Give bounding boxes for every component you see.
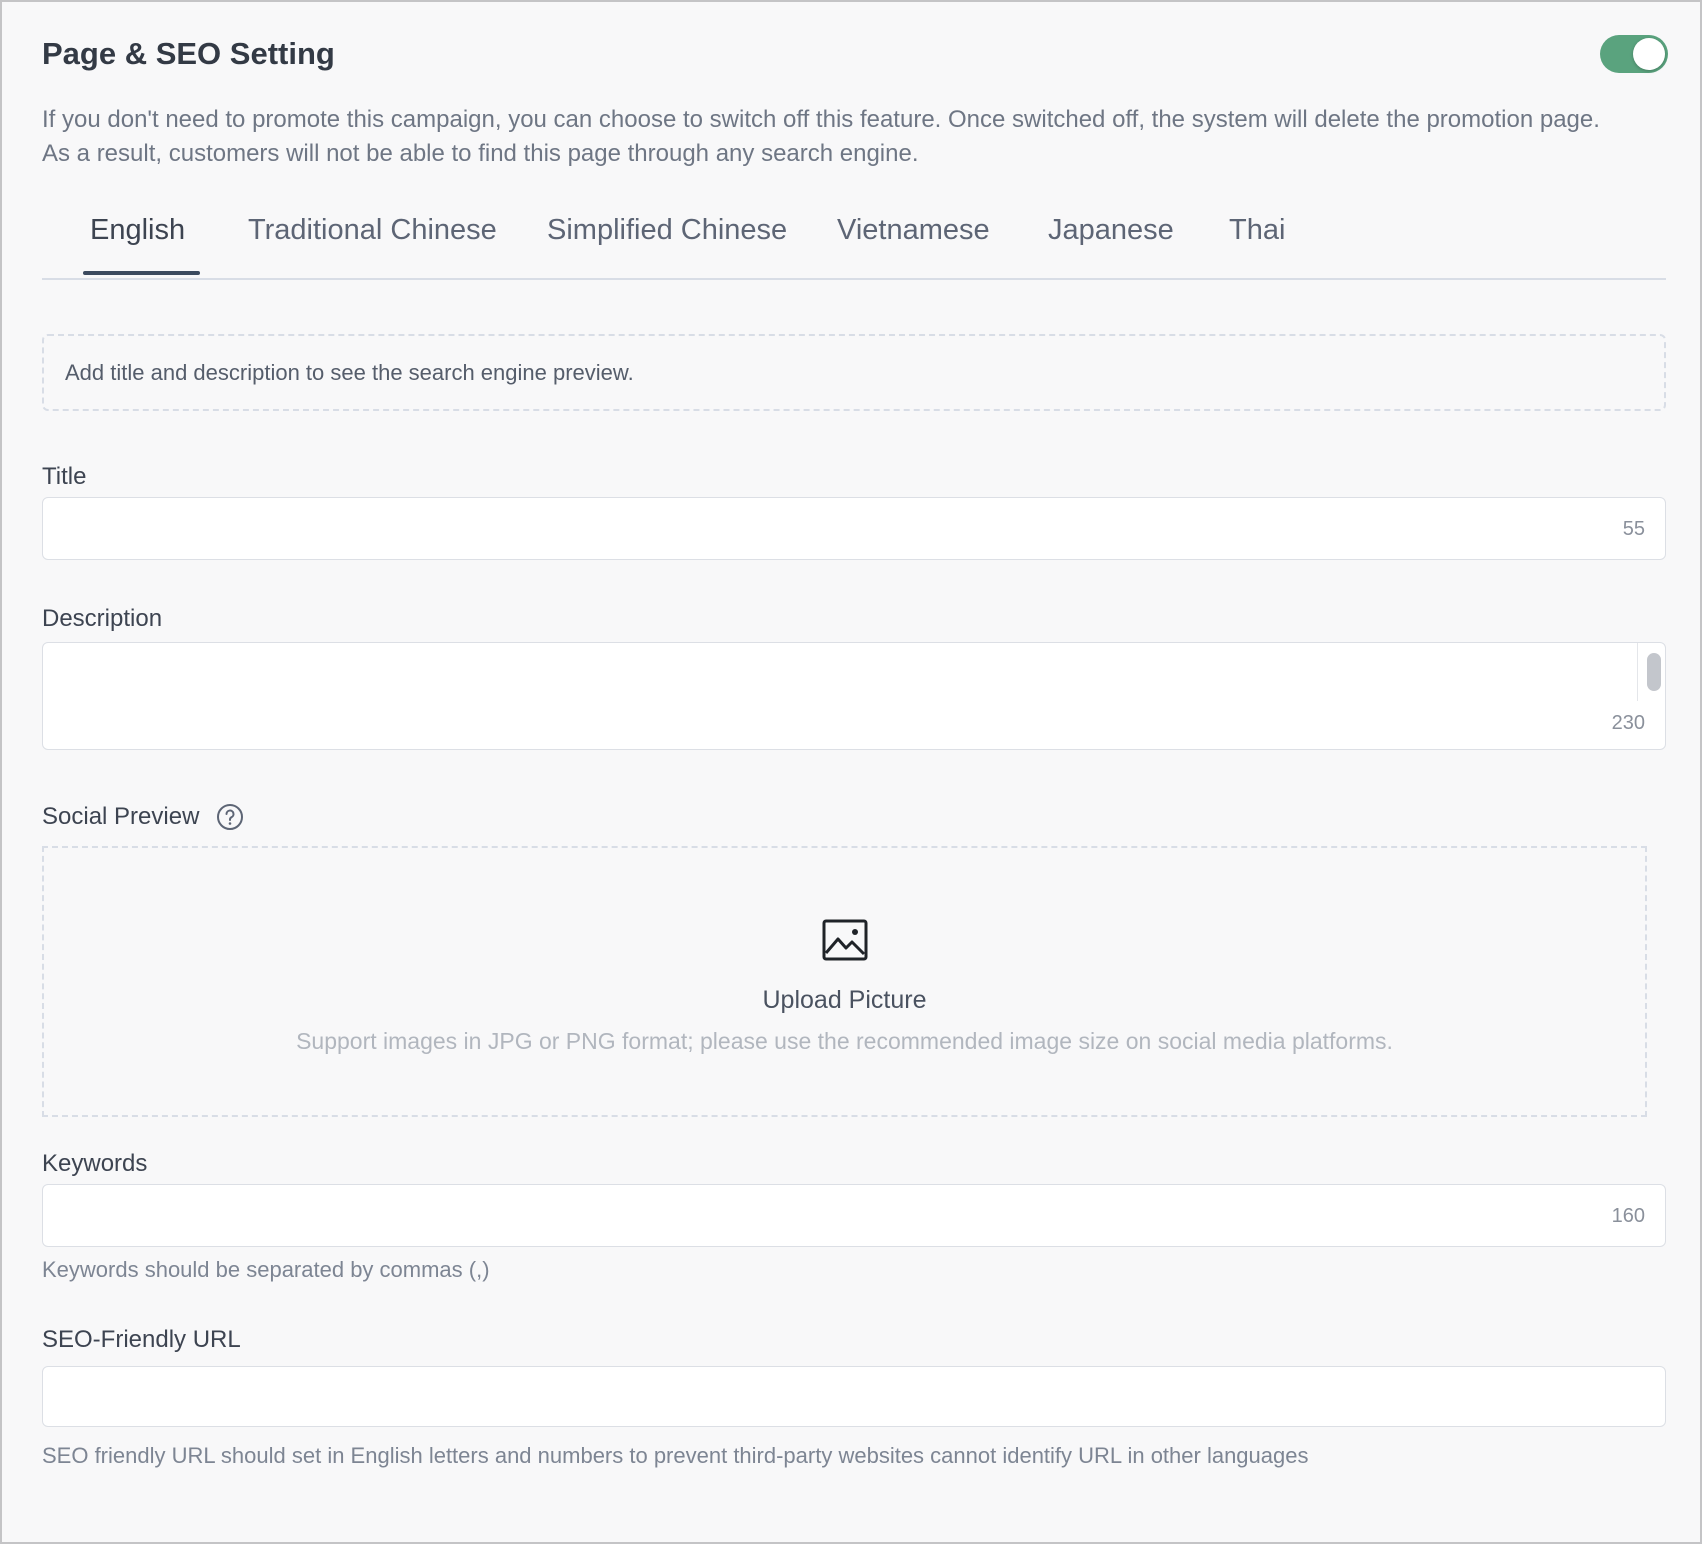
keywords-input[interactable]: 160 xyxy=(42,1184,1666,1247)
keywords-label: Keywords xyxy=(42,1150,148,1177)
upload-format-hint: Support images in JPG or PNG format; ple… xyxy=(296,1028,1393,1054)
tab-vietnamese[interactable]: Vietnamese xyxy=(837,214,990,247)
keywords-hint: Keywords should be separated by commas (… xyxy=(42,1257,490,1282)
image-icon xyxy=(822,919,868,961)
seo-settings-panel: Page & SEO Setting If you don't need to … xyxy=(0,0,1702,1544)
tab-traditional-chinese[interactable]: Traditional Chinese xyxy=(248,214,497,247)
seo-feature-toggle[interactable] xyxy=(1600,35,1668,73)
toggle-knob xyxy=(1633,38,1665,70)
upload-picture-label: Upload Picture xyxy=(762,986,927,1014)
section-title: Page & SEO Setting xyxy=(42,36,335,71)
description-scrollbar[interactable] xyxy=(1637,643,1665,701)
title-input[interactable]: 55 xyxy=(42,497,1666,560)
title-label: Title xyxy=(42,463,87,490)
title-char-limit: 55 xyxy=(1622,518,1645,540)
description-label: Description xyxy=(42,605,163,632)
search-preview-placeholder: Add title and description to see the sea… xyxy=(65,360,634,385)
tab-thai[interactable]: Thai xyxy=(1229,214,1285,247)
keywords-char-limit: 160 xyxy=(1611,1205,1645,1227)
description-textarea[interactable]: 230 xyxy=(42,642,1666,750)
tab-simplified-chinese[interactable]: Simplified Chinese xyxy=(547,214,787,247)
tab-japanese[interactable]: Japanese xyxy=(1048,214,1174,247)
question-circle-icon[interactable] xyxy=(216,803,244,831)
section-description: If you don't need to promote this campai… xyxy=(42,106,1600,167)
language-tabs: English Traditional Chinese Simplified C… xyxy=(42,198,1666,280)
seo-url-input[interactable] xyxy=(42,1366,1666,1427)
active-tab-indicator xyxy=(83,271,200,275)
social-preview-label: Social Preview xyxy=(42,803,200,830)
scrollbar-thumb[interactable] xyxy=(1647,653,1661,691)
search-engine-preview: Add title and description to see the sea… xyxy=(42,334,1666,411)
seo-url-label: SEO-Friendly URL xyxy=(42,1326,241,1353)
description-char-limit: 230 xyxy=(1611,712,1645,734)
social-preview-upload[interactable]: Upload Picture Support images in JPG or … xyxy=(42,846,1647,1117)
seo-url-hint: SEO friendly URL should set in English l… xyxy=(42,1443,1309,1468)
tab-english[interactable]: English xyxy=(90,214,185,247)
